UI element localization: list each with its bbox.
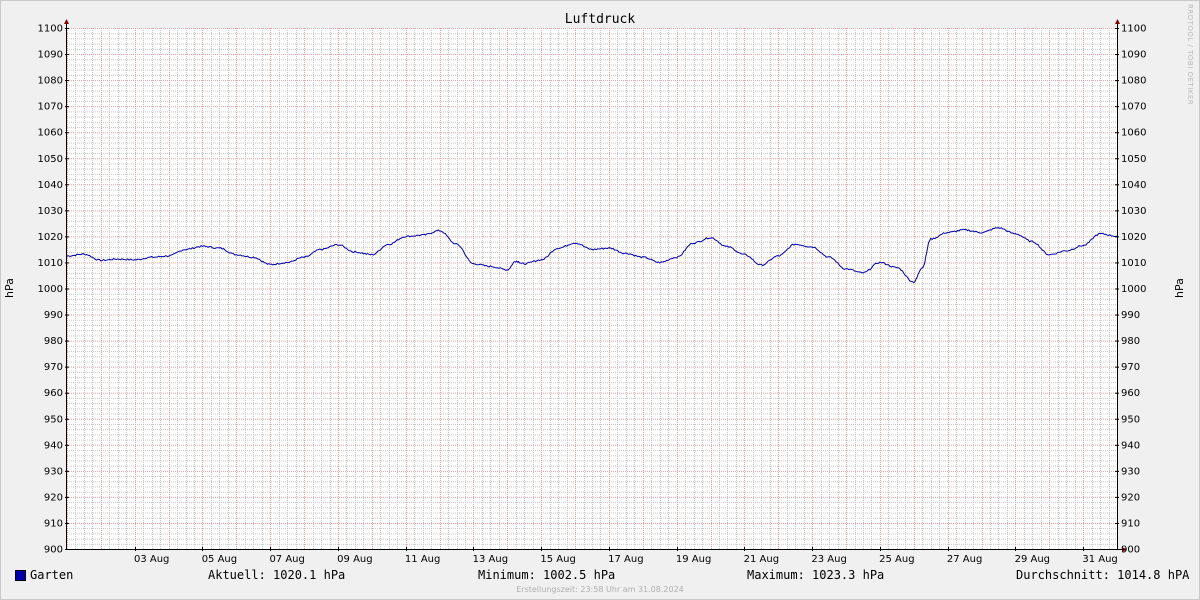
y-tick-label-right: 1070 <box>1121 102 1146 113</box>
y-tick-label-right: 940 <box>1121 440 1140 451</box>
y-tick-label-left: 1050 <box>38 154 63 165</box>
footer-timestamp: Erstellungszeit: 23:58 Uhr am 31.08.2024 <box>516 585 684 594</box>
y-tick-label-right: 920 <box>1121 492 1140 503</box>
stat-durchschnitt: Durchschnitt: 1014.8 hPA <box>1016 568 1190 582</box>
y-tick-label-left: 900 <box>44 545 63 556</box>
x-tick-label: 05 Aug <box>202 554 237 565</box>
y-tick-label-right: 960 <box>1121 388 1140 399</box>
x-tick-label: 31 Aug <box>1082 554 1117 565</box>
y-tick-label-right: 1080 <box>1121 76 1146 87</box>
x-tick-label: 21 Aug <box>744 554 779 565</box>
stat-aktuell: Aktuell: 1020.1 hPa <box>208 568 346 582</box>
y-tick-label-right: 1100 <box>1121 24 1146 35</box>
y-tick-label-left: 1090 <box>38 50 63 61</box>
y-tick-label-right: 1020 <box>1121 232 1146 243</box>
x-tick-label: 29 Aug <box>1015 554 1050 565</box>
y-tick-label-right: 1040 <box>1121 180 1146 191</box>
y-tick-label-left: 950 <box>44 414 63 425</box>
y-axis-arrow-right <box>1115 19 1120 24</box>
line-chart: 900 900 910 910 920 920 930 930 940 940 950 950 960 9… <box>3 12 1186 565</box>
y-tick-label-left: 1040 <box>38 180 63 191</box>
watermark: RRDTOOL / TOBI OETIKER <box>1186 4 1194 106</box>
stat-minimum: Minimum: 1002.5 hPa <box>478 568 616 582</box>
y-tick-label-right: 910 <box>1121 518 1140 529</box>
y-axis-label-right: hPa <box>1173 278 1186 298</box>
y-tick-label-left: 1000 <box>38 284 63 295</box>
y-tick-label-right: 980 <box>1121 336 1140 347</box>
legend-swatch <box>15 570 26 581</box>
y-tick-label-right: 1010 <box>1121 258 1146 269</box>
y-tick-label-right: 950 <box>1121 414 1140 425</box>
y-tick-label-left: 1010 <box>38 258 63 269</box>
x-tick-label: 09 Aug <box>337 554 372 565</box>
y-tick-label-right: 1060 <box>1121 128 1146 139</box>
x-tick-label: 19 Aug <box>676 554 711 565</box>
x-tick-label: 03 Aug <box>134 554 169 565</box>
y-tick-label-right: 930 <box>1121 466 1140 477</box>
x-tick-label: 17 Aug <box>608 554 643 565</box>
y-tick-label-right: 900 <box>1121 545 1140 556</box>
y-tick-label-left: 940 <box>44 440 63 451</box>
y-tick-label-right: 1090 <box>1121 50 1146 61</box>
y-tick-label-right: 1050 <box>1121 154 1146 165</box>
y-tick-label-left: 1020 <box>38 232 63 243</box>
y-tick-label-left: 910 <box>44 518 63 529</box>
x-tick-label: 23 Aug <box>811 554 846 565</box>
y-tick-label-left: 980 <box>44 336 63 347</box>
x-tick-label: 25 Aug <box>879 554 914 565</box>
y-tick-label-left: 1030 <box>38 206 63 217</box>
x-tick-label: 11 Aug <box>405 554 440 565</box>
y-tick-label-right: 1030 <box>1121 206 1146 217</box>
x-tick-label: 15 Aug <box>540 554 575 565</box>
x-tick-label: 07 Aug <box>269 554 304 565</box>
stat-maximum: Maximum: 1023.3 hPa <box>747 568 885 582</box>
x-tick-label: 13 Aug <box>473 554 508 565</box>
legend-series-name: Garten <box>30 568 74 582</box>
x-tick-label: 27 Aug <box>947 554 982 565</box>
y-tick-label-left: 920 <box>44 492 63 503</box>
y-axis-label-left: hPa <box>3 278 16 298</box>
y-tick-label-left: 970 <box>44 362 63 373</box>
y-tick-label-left: 990 <box>44 310 63 321</box>
y-tick-label-left: 1060 <box>38 128 63 139</box>
y-tick-label-left: 930 <box>44 466 63 477</box>
y-axis-arrow-left <box>64 19 69 24</box>
y-tick-label-right: 1000 <box>1121 284 1146 295</box>
y-tick-label-right: 970 <box>1121 362 1140 373</box>
y-tick-label-left: 1100 <box>38 24 63 35</box>
y-tick-label-right: 990 <box>1121 310 1140 321</box>
chart-title: Luftdruck <box>565 12 636 27</box>
y-tick-label-left: 960 <box>44 388 63 399</box>
y-tick-label-left: 1080 <box>38 76 63 87</box>
y-tick-label-left: 1070 <box>38 102 63 113</box>
